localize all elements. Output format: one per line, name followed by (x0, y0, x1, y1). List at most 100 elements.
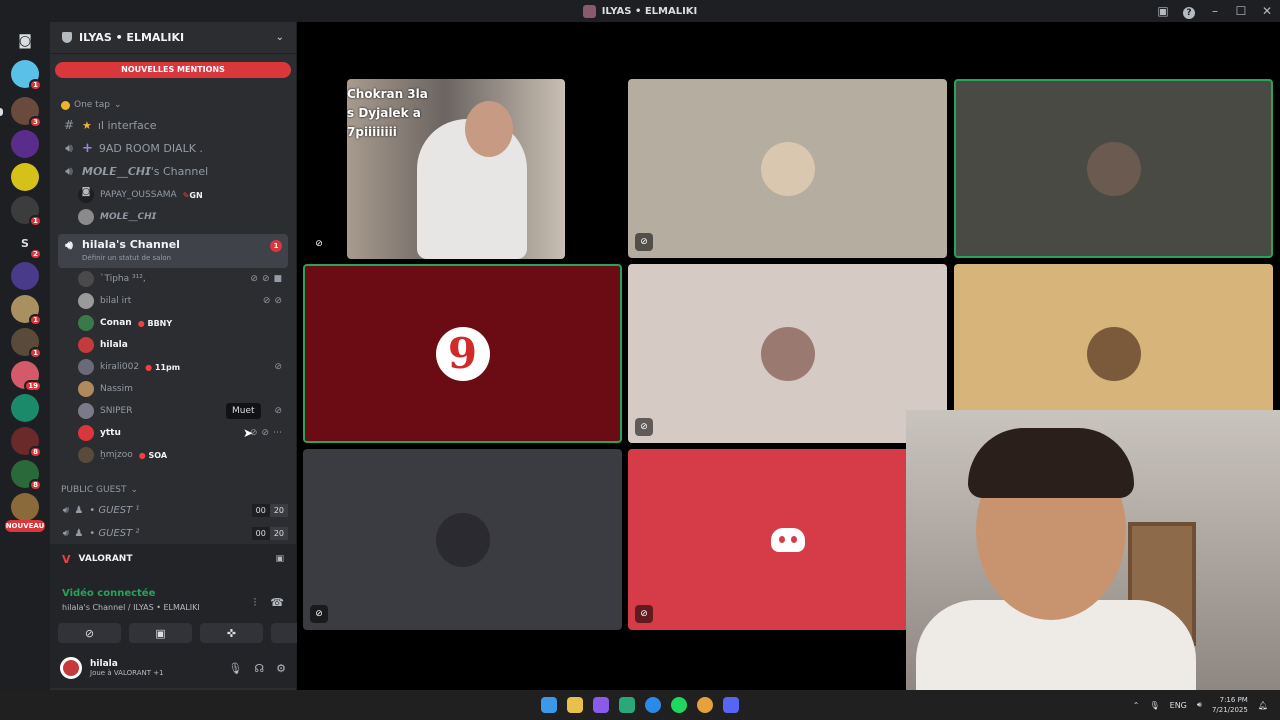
volume-icon[interactable]: 🔊︎ (1197, 700, 1202, 710)
more-icon[interactable]: ⋯ (273, 428, 282, 438)
user-status-icons: ⊘ ⊘ ■ (250, 274, 288, 284)
avatar (78, 447, 94, 463)
discord-taskbar-icon[interactable] (723, 697, 739, 713)
app-icon[interactable] (619, 697, 635, 713)
microphone-icon[interactable]: 🎙︎ (1149, 701, 1159, 710)
deafen-button[interactable]: ⊘ (261, 428, 269, 438)
voice-user[interactable]: Conan ● BBNY (78, 313, 288, 333)
video-tile[interactable]: ⊘ (303, 449, 622, 630)
shield-icon (62, 32, 72, 43)
speaker-icon: 🔊︎ (65, 163, 73, 178)
mic-muted-icon: ⊘ (262, 296, 271, 306)
maximize-button[interactable]: ☐ (1228, 4, 1254, 18)
video-tile[interactable]: ⊘ (628, 449, 947, 630)
discord-home-icon[interactable]: ◙ (11, 27, 39, 55)
screen-share-button[interactable]: ▣ (129, 623, 192, 643)
camera-off-button[interactable]: ⊘ (58, 623, 121, 643)
server-icon[interactable] (11, 130, 39, 158)
activity-panel[interactable]: V VALORANT ▣ (50, 544, 296, 574)
app-icon[interactable] (593, 697, 609, 713)
server-badge: 8 (29, 479, 42, 491)
user-info[interactable]: hilala Joue à VALORANT +1 (90, 659, 164, 677)
video-tile-speaking[interactable]: 9 (303, 264, 622, 443)
server-icon[interactable]: 1 (11, 196, 42, 227)
clock[interactable]: 7:16 PM 7/21/2025 (1212, 695, 1248, 715)
voice-user[interactable]: `Tipha ³¹², ⊘ ⊘ ■ (78, 269, 288, 289)
server-name: ILYAS • ELMALIKI (79, 31, 185, 44)
server-icon[interactable]: 3 (11, 97, 42, 128)
server-header[interactable]: ILYAS • ELMALIKI ⌄ (50, 22, 296, 54)
user-tag-text: SOA (148, 450, 168, 460)
voice-status[interactable]: Vidéo connectée (62, 588, 284, 599)
notification-bell-icon[interactable]: 🔔︎ (1258, 701, 1268, 710)
system-tray: ⌃ 🎙︎ ENG 🔊︎ 7:16 PM 7/21/2025 🔔︎ (1133, 690, 1268, 720)
noise-suppression-icon[interactable]: ⫶ (254, 596, 257, 610)
minimize-button[interactable]: – (1202, 4, 1228, 18)
video-caption: Chokran 3la s Dyjalek a 7piiiiiiii (347, 87, 428, 139)
voice-user[interactable]: ◙ PAPAY_OUSSAMA ✎GN (78, 185, 288, 205)
server-icon[interactable]: 8 (11, 460, 42, 491)
gear-icon[interactable]: ⚙ (276, 662, 286, 675)
user-avatar[interactable] (60, 657, 82, 679)
file-explorer-icon[interactable] (567, 697, 583, 713)
server-icon[interactable] (11, 493, 39, 521)
help-icon[interactable]: ? (1176, 4, 1202, 19)
server-badge: 1 (29, 215, 42, 227)
voice-user[interactable]: Nassim (78, 379, 288, 399)
category-one-tap[interactable]: One tap ⌄ (61, 100, 122, 110)
voice-user[interactable]: ẖmįzoo ● SOA (78, 445, 288, 465)
video-tile[interactable]: ⊘ (628, 264, 947, 443)
status-dot-icon (61, 100, 70, 110)
activities-button[interactable]: ✜ (200, 623, 263, 643)
headphones-icon[interactable]: ☊ (254, 662, 264, 675)
voice-user[interactable]: yttu ⊘ ⊘ ⋯ (78, 423, 288, 443)
microphone-icon[interactable]: 🎙︎ (228, 662, 242, 675)
windows-start-icon[interactable] (541, 697, 557, 713)
avatar (78, 315, 94, 331)
voice-user[interactable]: bilal irt ⊘ ⊘ (78, 291, 288, 311)
inbox-icon[interactable]: ▣ (1150, 4, 1176, 18)
server-icon[interactable]: 19 (11, 361, 42, 392)
spotify-icon[interactable] (671, 697, 687, 713)
category-public-guest[interactable]: PUBLIC GUEST ⌄ (61, 485, 138, 495)
server-icon[interactable]: 8 (11, 427, 42, 458)
new-mentions-banner[interactable]: NOUVELLES MENTIONS (55, 62, 291, 78)
server-initial: S (21, 236, 29, 250)
channel-room[interactable]: 🔊︎ + 9AD ROOM DIALK . (58, 138, 288, 158)
language-indicator[interactable]: ENG (1170, 701, 1187, 710)
server-icon[interactable]: 1 (11, 295, 42, 326)
channel-status[interactable]: Définir un statut de salon (82, 254, 171, 262)
disconnect-icon[interactable]: ☎ (270, 596, 284, 610)
new-badge[interactable]: NOUVEAU (5, 520, 45, 532)
chevron-up-icon[interactable]: ⌃ (1133, 701, 1140, 710)
voice-location[interactable]: hilala's Channel / ILYAS • ELMALIKI (62, 603, 284, 612)
webcam-overlay (906, 410, 1280, 697)
category-label: PUBLIC GUEST (61, 485, 127, 495)
server-icon[interactable]: 1 (11, 60, 42, 91)
user-name: 𝙈𝙊𝙇𝙀__𝘾𝙃𝙄 (100, 212, 157, 222)
user-name: yttu (100, 428, 121, 438)
server-icon[interactable] (11, 163, 39, 191)
edge-icon[interactable] (645, 697, 661, 713)
server-icon[interactable] (11, 394, 39, 422)
voice-user[interactable]: kirali002 ● 11pm ⊘ (78, 357, 288, 377)
camera-icon: ■ (273, 274, 282, 284)
server-icon[interactable] (11, 262, 39, 290)
video-tile-speaking[interactable] (954, 79, 1273, 258)
channel-mole[interactable]: 🔊︎ 𝙈𝙊𝙇𝙀__𝘾𝙃𝙄's Channel (58, 161, 288, 181)
server-icon[interactable]: S2 (11, 229, 42, 260)
channel-guest-1[interactable]: 🔊︎ ♟ • GUEST ¹ 00 20 (58, 500, 288, 520)
channel-interface[interactable]: # ★ ıl interface (58, 115, 288, 135)
server-icon[interactable]: 1 (11, 328, 42, 359)
voice-user[interactable]: 𝙈𝙊𝙇𝙀__𝘾𝙃𝙄 (78, 207, 288, 227)
user-name: kirali002 (100, 362, 140, 372)
channel-guest-2[interactable]: 🔊︎ ♟ • GUEST ² 00 20 (58, 523, 288, 543)
close-button[interactable]: ✕ (1254, 4, 1280, 18)
stream-screen-icon[interactable]: ▣ (275, 554, 284, 564)
mic-muted-icon: ⊘ (274, 406, 282, 416)
video-tile[interactable]: ⊘ (628, 79, 947, 258)
video-tile-stream[interactable]: Chokran 3la s Dyjalek a 7piiiiiiii (347, 79, 565, 259)
voice-user[interactable]: hilala (78, 335, 288, 355)
chrome-icon[interactable] (697, 697, 713, 713)
channel-hilala[interactable]: 🔊︎ hilala's Channel Définir un statut de… (58, 234, 288, 268)
